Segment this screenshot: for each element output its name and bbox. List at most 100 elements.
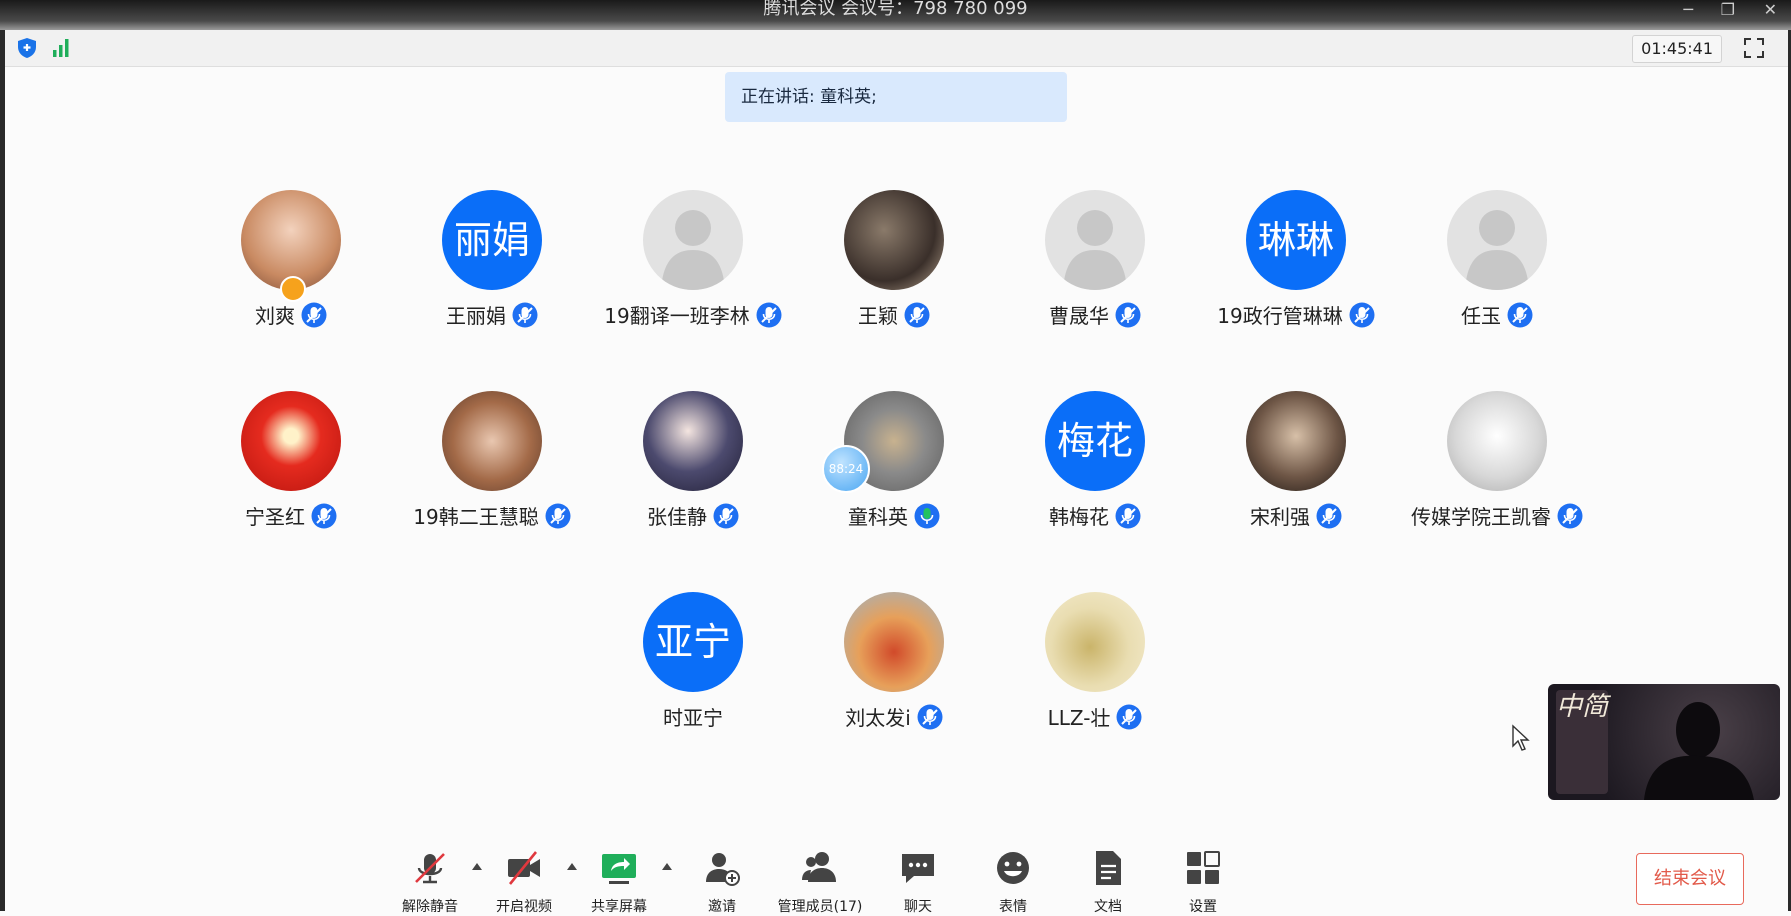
invite-user-icon [706, 853, 740, 886]
participant-tile[interactable]: 琳琳 19政行管琳琳 [1186, 190, 1406, 329]
members-icon [802, 852, 836, 882]
settings-grid-icon [1187, 851, 1220, 884]
docs-button[interactable]: 文档 [1063, 848, 1153, 916]
mouse-cursor-icon [1512, 724, 1530, 751]
avatar [1045, 190, 1145, 290]
avatar [844, 190, 944, 290]
participant-name: 刘太发i [845, 706, 911, 730]
emoji-label: 表情 [999, 899, 1027, 915]
mic-muted-icon [1115, 503, 1141, 528]
close-icon[interactable]: ✕ [1764, 0, 1777, 19]
bottom-toolbar: 解除静音 开启视频 共享屏幕 邀请 管理成员(17) 聊天 表情 文档 设置 [0, 840, 1791, 915]
signal-icon[interactable] [49, 36, 73, 60]
participant-name-row: 刘太发i [784, 702, 1004, 731]
mic-muted-icon [512, 302, 538, 327]
video-off-icon [508, 851, 540, 885]
caret-up-icon[interactable] [661, 861, 673, 871]
participant-name: 曹晟华 [1049, 304, 1109, 328]
participant-tile[interactable]: 王颖 [784, 190, 1004, 329]
participant-name-row: 韩梅花 [985, 501, 1205, 530]
avatar: 琳琳 [1246, 190, 1346, 290]
chat-button[interactable]: 聊天 [873, 848, 963, 916]
emoji-icon [997, 852, 1029, 884]
participant-name-row: 童科英 [784, 501, 1004, 530]
mic-speaking-icon [914, 503, 940, 528]
participant-tile[interactable]: 刘太发i [784, 592, 1004, 731]
participant-name: 19韩二王慧聪 [413, 505, 539, 529]
participant-tile[interactable]: 宋利强 [1186, 391, 1406, 530]
settings-button[interactable]: 设置 [1158, 848, 1248, 916]
participant-name: 韩梅花 [1049, 505, 1109, 529]
participant-tile[interactable]: 19韩二王慧聪 [382, 391, 602, 530]
mic-muted-icon [1507, 302, 1533, 327]
avatar: 丽娟 [442, 190, 542, 290]
participant-tile[interactable]: 丽娟 王丽娟 [382, 190, 602, 329]
participant-tile[interactable]: 宁圣红 [181, 391, 401, 530]
avatar [442, 391, 542, 491]
participant-name-row: 王丽娟 [382, 300, 602, 329]
start-video-button[interactable]: 开启视频 [479, 848, 569, 916]
participant-name-row: 曹晟华 [985, 300, 1205, 329]
participant-tile[interactable]: 梅花韩梅花 [985, 391, 1205, 530]
participant-name: 张佳静 [647, 505, 707, 529]
participant-tile[interactable]: 刘爽 [181, 190, 401, 329]
unmute-label: 解除静音 [402, 899, 458, 915]
participant-name-row: 19政行管琳琳 [1186, 300, 1406, 329]
mic-muted-icon [1115, 302, 1141, 327]
participant-tile[interactable]: 19翻译一班李林 [583, 190, 803, 329]
avatar [643, 190, 743, 290]
mic-muted-icon [311, 503, 337, 528]
participant-name: 王颖 [858, 304, 898, 328]
participant-name: 刘爽 [255, 304, 295, 328]
speaking-banner: 正在讲话: 童科英; [725, 72, 1067, 122]
avatar [241, 391, 341, 491]
invite-button[interactable]: 邀请 [677, 848, 767, 916]
participant-name-row: 19韩二王慧聪 [382, 501, 602, 530]
invite-label: 邀请 [708, 899, 736, 915]
participant-name-row: 宋利强 [1186, 501, 1406, 530]
mic-muted-icon [1316, 503, 1342, 528]
shield-icon[interactable] [15, 36, 39, 60]
avatar [1447, 190, 1547, 290]
fullscreen-icon[interactable] [1742, 36, 1766, 60]
floating-timer-bubble[interactable]: 88:24 [822, 445, 870, 493]
mic-muted-icon [1349, 302, 1375, 327]
host-badge-icon [280, 276, 306, 302]
participant-name: LLZ-壮 [1047, 706, 1111, 730]
participant-tile[interactable]: 张佳静 [583, 391, 803, 530]
avatar [643, 391, 743, 491]
mic-muted-icon [904, 302, 930, 327]
manage-members-button[interactable]: 管理成员(17) [775, 848, 865, 916]
start-video-label: 开启视频 [496, 899, 552, 915]
title-bar: 腾讯会议 会议号：798 780 099 ─ ❐ ✕ [0, 0, 1791, 30]
window-title: 腾讯会议 会议号：798 780 099 [763, 0, 1028, 19]
end-meeting-button[interactable]: 结束会议 [1636, 853, 1744, 905]
minimize-icon[interactable]: ─ [1683, 0, 1693, 19]
avatar [844, 592, 944, 692]
participant-name-row: 时亚宁 [583, 702, 803, 731]
participant-name: 童科英 [848, 505, 908, 529]
avatar [241, 190, 341, 290]
participant-name: 19翻译一班李林 [604, 304, 750, 328]
mic-muted-icon [917, 704, 943, 729]
participant-tile[interactable]: 88:24 童科英 [784, 391, 1004, 530]
emoji-button[interactable]: 表情 [968, 848, 1058, 916]
document-icon [1096, 851, 1121, 885]
participant-tile[interactable]: 任玉 [1387, 190, 1607, 329]
restore-icon[interactable]: ❐ [1721, 0, 1735, 19]
chat-label: 聊天 [904, 899, 932, 915]
default-avatar-icon [1063, 210, 1127, 290]
window-frame-left [0, 30, 5, 911]
self-video-preview[interactable]: 中简 [1548, 684, 1780, 800]
default-avatar-icon [1465, 210, 1529, 290]
unmute-button[interactable]: 解除静音 [385, 848, 475, 916]
participant-tile[interactable]: 亚宁 时亚宁 [583, 592, 803, 731]
participant-tile[interactable]: LLZ-壮 [985, 592, 1205, 731]
avatar: 亚宁 [643, 592, 743, 692]
participant-tile[interactable]: 曹晟华 [985, 190, 1205, 329]
share-screen-button[interactable]: 共享屏幕 [574, 848, 664, 916]
avatar: 梅花 [1045, 391, 1145, 491]
participant-name-row: 宁圣红 [181, 501, 401, 530]
participant-name: 任玉 [1461, 304, 1501, 328]
participant-tile[interactable]: 传媒学院王凯睿 [1387, 391, 1607, 530]
